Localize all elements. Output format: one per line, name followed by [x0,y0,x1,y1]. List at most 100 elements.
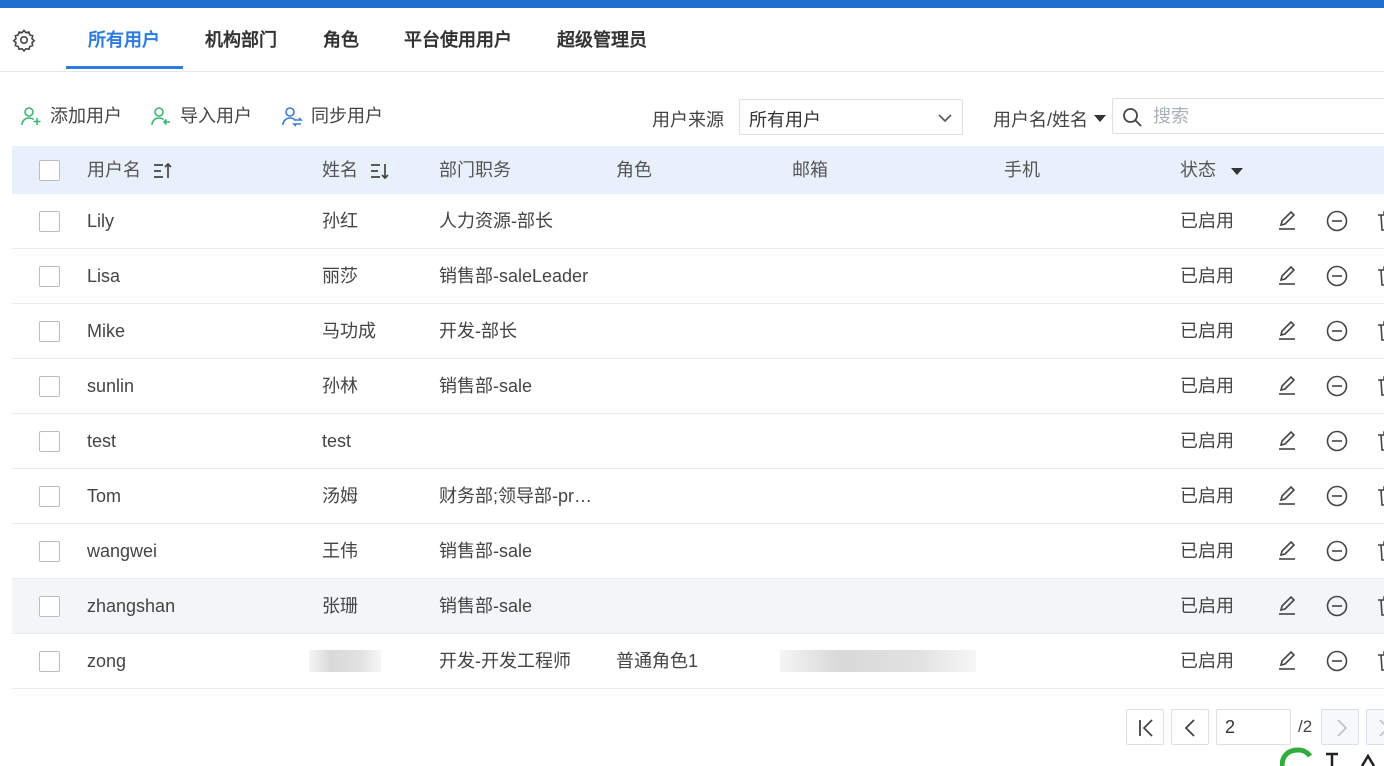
tab-super-admins[interactable]: 超级管理员 [557,28,647,52]
cell-username: Lily [87,211,115,231]
delete-icon[interactable] [1374,483,1384,509]
add-user-button[interactable]: 添加用户 [20,104,122,128]
delete-icon[interactable] [1374,263,1384,289]
disable-icon[interactable] [1324,593,1350,619]
cell-status: 已启用 [1180,596,1234,616]
redacted-name [309,650,381,672]
disable-icon[interactable] [1324,208,1350,234]
table-row[interactable]: test test 已启用 [12,414,1384,469]
edit-icon[interactable] [1274,208,1300,234]
disable-icon[interactable] [1324,648,1350,674]
row-checkbox[interactable] [39,321,60,342]
table-row[interactable]: zong 开发-开发工程师 普通角色1 已启用 [12,634,1384,689]
column-username[interactable]: 用户名 [87,159,174,181]
delete-icon[interactable] [1374,318,1384,344]
sync-user-icon [282,107,303,127]
row-checkbox[interactable] [39,211,60,232]
disable-icon[interactable] [1324,373,1350,399]
import-user-icon [151,107,170,126]
table-header: 用户名 姓名 部门职务 角色 邮箱 手机 状态 [12,146,1384,194]
import-user-label: 导入用户 [180,106,252,126]
search-box [1112,98,1384,134]
cell-name: 孙红 [322,211,358,231]
prev-page-button[interactable] [1171,709,1209,745]
cell-name: 孙林 [322,376,358,396]
edit-icon[interactable] [1274,318,1300,344]
cell-name: 王伟 [322,541,358,561]
delete-icon[interactable] [1374,648,1384,674]
edit-icon[interactable] [1274,648,1300,674]
disable-icon[interactable] [1324,318,1350,344]
column-name[interactable]: 姓名 [322,159,391,181]
next-page-button[interactable] [1321,709,1359,745]
last-page-button[interactable] [1366,709,1384,745]
prev-page-icon [1184,719,1195,737]
page-number-input[interactable] [1216,709,1291,745]
first-page-button[interactable] [1126,709,1164,745]
table-row[interactable]: sunlin 孙林 销售部-sale 已启用 [12,359,1384,414]
disable-icon[interactable] [1324,538,1350,564]
search-icon [1123,108,1142,127]
row-checkbox[interactable] [39,596,60,617]
cell-status: 已启用 [1180,431,1234,451]
search-input[interactable] [1153,103,1373,129]
table-row[interactable]: zhangshan 张珊 销售部-sale 已启用 [12,579,1384,634]
disable-icon[interactable] [1324,428,1350,454]
table-row[interactable]: Lisa 丽莎 销售部-saleLeader 已启用 [12,249,1384,304]
cell-username: sunlin [87,376,135,396]
sync-user-label: 同步用户 [311,106,383,126]
select-all-checkbox[interactable] [39,160,60,181]
delete-icon[interactable] [1374,208,1384,234]
cell-department: 开发-开发工程师 [439,651,571,671]
row-checkbox[interactable] [39,376,60,397]
edit-icon[interactable] [1274,263,1300,289]
caret-down-icon [1094,115,1107,122]
import-user-button[interactable]: 导入用户 [150,104,252,128]
edit-icon[interactable] [1274,428,1300,454]
active-tab-indicator [66,66,183,69]
edit-icon[interactable] [1274,538,1300,564]
cell-username: Tom [87,486,122,506]
tab-all-users[interactable]: 所有用户 [88,28,160,52]
search-mode-dropdown[interactable]: 用户名/姓名 [993,106,1107,132]
cell-name: test [322,431,352,451]
column-status[interactable]: 状态 [1180,159,1244,181]
delete-icon[interactable] [1374,373,1384,399]
column-role: 角色 [616,160,652,180]
edit-icon[interactable] [1274,593,1300,619]
cell-name: 张珊 [322,596,358,616]
cell-role: 普通角色1 [616,651,699,671]
disable-icon[interactable] [1324,263,1350,289]
disable-icon[interactable] [1324,483,1350,509]
sync-user-button[interactable]: 同步用户 [281,104,383,128]
row-checkbox[interactable] [39,486,60,507]
cell-name: 汤姆 [322,486,358,506]
tab-roles[interactable]: 角色 [323,28,359,52]
last-page-icon [1379,719,1384,737]
tab-departments[interactable]: 机构部门 [205,28,277,52]
delete-icon[interactable] [1374,593,1384,619]
logo-icon [1280,747,1376,766]
table-row[interactable]: wangwei 王伟 销售部-sale 已启用 [12,524,1384,579]
top-accent-bar [0,0,1384,8]
gear-icon[interactable] [12,28,36,52]
cell-username: Lisa [87,266,121,286]
tab-platform-users[interactable]: 平台使用用户 [404,28,512,52]
chevron-down-icon [938,114,952,123]
edit-icon[interactable] [1274,373,1300,399]
table-row[interactable]: Mike 马功成 开发-部长 已启用 [12,304,1384,359]
delete-icon[interactable] [1374,428,1384,454]
row-checkbox[interactable] [39,541,60,562]
cell-department: 销售部-sale [439,596,533,616]
edit-icon[interactable] [1274,483,1300,509]
row-checkbox[interactable] [39,266,60,287]
user-source-select[interactable]: 所有用户 [739,99,963,135]
delete-icon[interactable] [1374,538,1384,564]
table-row[interactable]: Lily 孙红 人力资源-部长 已启用 [12,194,1384,249]
table-row[interactable]: Tom 汤姆 财务部;领导部-pr… 已启用 [12,469,1384,524]
cell-status: 已启用 [1180,651,1234,671]
caret-down-icon [1231,167,1244,175]
row-checkbox[interactable] [39,651,60,672]
redacted-email [780,650,976,672]
row-checkbox[interactable] [39,431,60,452]
